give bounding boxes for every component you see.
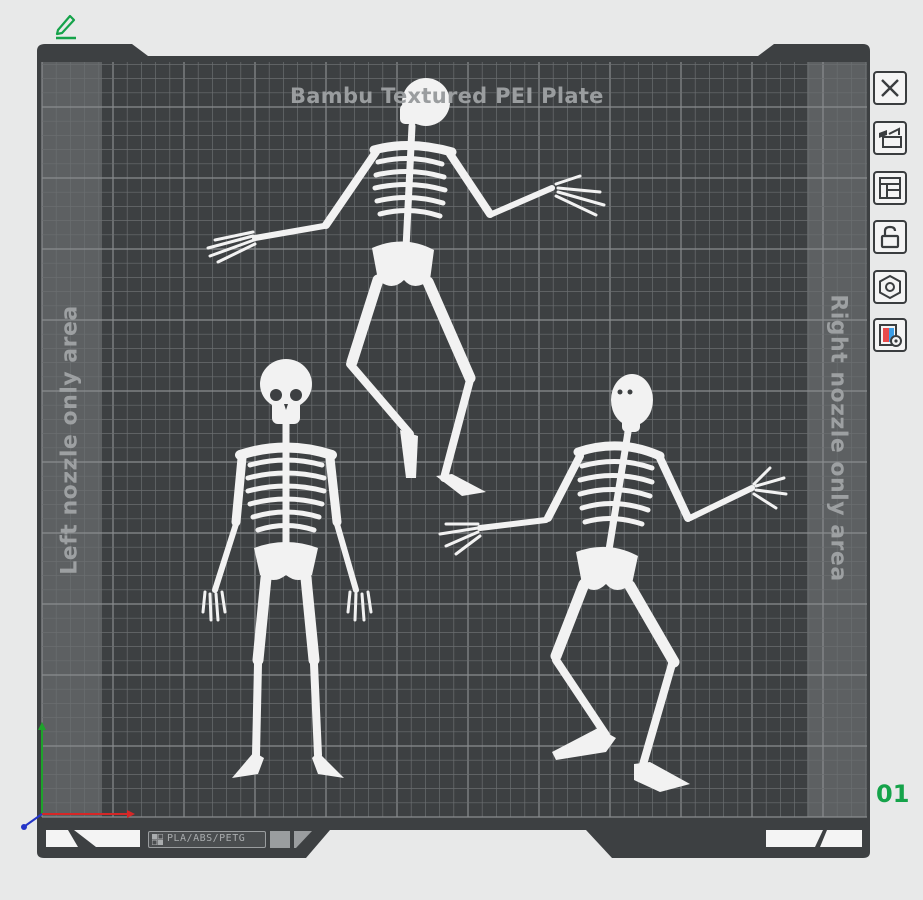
plate-preview-button[interactable] <box>873 318 907 352</box>
close-icon <box>881 79 899 97</box>
plate-title: Bambu Textured PEI Plate <box>290 84 604 108</box>
plate-tab-right <box>766 830 823 847</box>
filament-type-text: PLA/ABS/PETG <box>167 833 246 844</box>
plate-tab-mid <box>270 831 290 848</box>
lock-plate-button[interactable] <box>873 220 907 254</box>
origin-dot <box>21 824 27 830</box>
lock-open-icon <box>880 225 900 249</box>
hex-settings-icon <box>879 274 901 300</box>
filament-type-badge: PLA/ABS/PETG <box>148 831 266 848</box>
plate-number: 01 <box>876 780 910 808</box>
build-plate[interactable] <box>0 0 923 900</box>
plate-layout-button[interactable] <box>873 171 907 205</box>
layout-icon <box>879 177 901 199</box>
close-plate-button[interactable] <box>873 71 907 105</box>
plate-settings-button[interactable] <box>873 270 907 304</box>
auto-arrange-button[interactable] <box>873 121 907 155</box>
right-nozzle-area-label: Right nozzle only area <box>825 294 851 582</box>
left-nozzle-area-label: Left nozzle only area <box>57 305 83 575</box>
preview-icon <box>879 324 902 347</box>
arrange-icon <box>879 127 902 148</box>
plate-type-icon <box>152 834 163 845</box>
plate-tab-right-2 <box>820 830 862 847</box>
